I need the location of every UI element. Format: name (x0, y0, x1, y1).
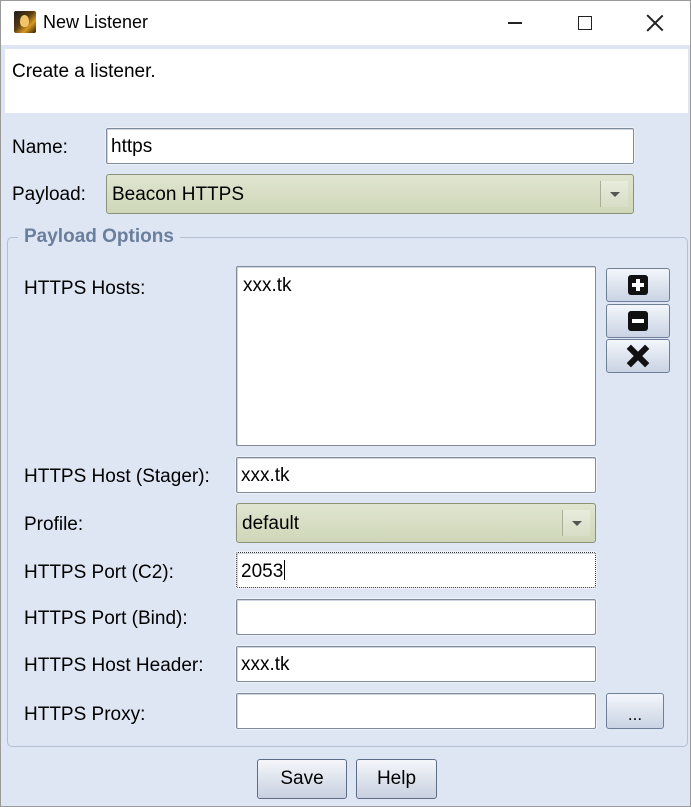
new-listener-window: New Listener Create a listener. Name: ht… (0, 0, 691, 807)
https-host-stager-label: HTTPS Host (Stager): (24, 466, 210, 487)
description-area: Create a listener. (5, 49, 688, 113)
title-bar: New Listener (1, 1, 690, 45)
https-host-header-input[interactable]: xxx.tk (236, 646, 596, 682)
remove-host-button[interactable] (606, 304, 670, 338)
plus-icon (628, 275, 648, 295)
payload-options-title: Payload Options (18, 226, 180, 248)
minimize-icon (508, 22, 522, 24)
maximize-icon (578, 16, 592, 30)
text-caret (284, 560, 286, 580)
proxy-settings-button[interactable]: ... (606, 693, 664, 729)
window-title: New Listener (43, 12, 149, 32)
https-proxy-label: HTTPS Proxy: (24, 704, 146, 725)
https-host-header-label: HTTPS Host Header: (24, 655, 204, 676)
name-label: Name: (12, 137, 68, 158)
https-host-stager-input[interactable]: xxx.tk (236, 457, 596, 493)
close-button[interactable] (621, 1, 689, 45)
maximize-button[interactable] (551, 1, 619, 45)
https-hosts-list[interactable]: xxx.tk (236, 266, 596, 446)
chevron-down-icon[interactable] (562, 510, 590, 536)
https-port-bind-label: HTTPS Port (Bind): (24, 608, 188, 629)
save-button[interactable]: Save (257, 759, 347, 799)
clear-hosts-button[interactable] (606, 339, 670, 373)
minimize-button[interactable] (481, 1, 549, 45)
close-icon (646, 14, 664, 32)
x-icon (627, 345, 649, 367)
https-port-bind-input[interactable] (236, 599, 596, 635)
profile-select-value: default (242, 513, 300, 534)
payload-select-value: Beacon HTTPS (112, 184, 244, 205)
https-proxy-input[interactable] (236, 693, 596, 729)
app-icon (14, 11, 36, 33)
https-port-c2-value: 2053 (241, 561, 284, 582)
help-button[interactable]: Help (356, 759, 437, 799)
https-port-c2-input[interactable]: 2053 (236, 552, 596, 588)
list-item[interactable]: xxx.tk (243, 275, 589, 297)
name-input[interactable]: https (106, 128, 634, 164)
profile-select[interactable]: default (236, 503, 596, 543)
https-hosts-label: HTTPS Hosts: (24, 278, 146, 299)
payload-label: Payload: (12, 184, 86, 205)
https-port-c2-label: HTTPS Port (C2): (24, 562, 174, 583)
profile-label: Profile: (24, 514, 84, 535)
chevron-down-icon[interactable] (600, 181, 628, 207)
minus-icon (628, 311, 648, 331)
description-text: Create a listener. (12, 61, 156, 82)
payload-select[interactable]: Beacon HTTPS (106, 174, 634, 214)
add-host-button[interactable] (606, 268, 670, 302)
